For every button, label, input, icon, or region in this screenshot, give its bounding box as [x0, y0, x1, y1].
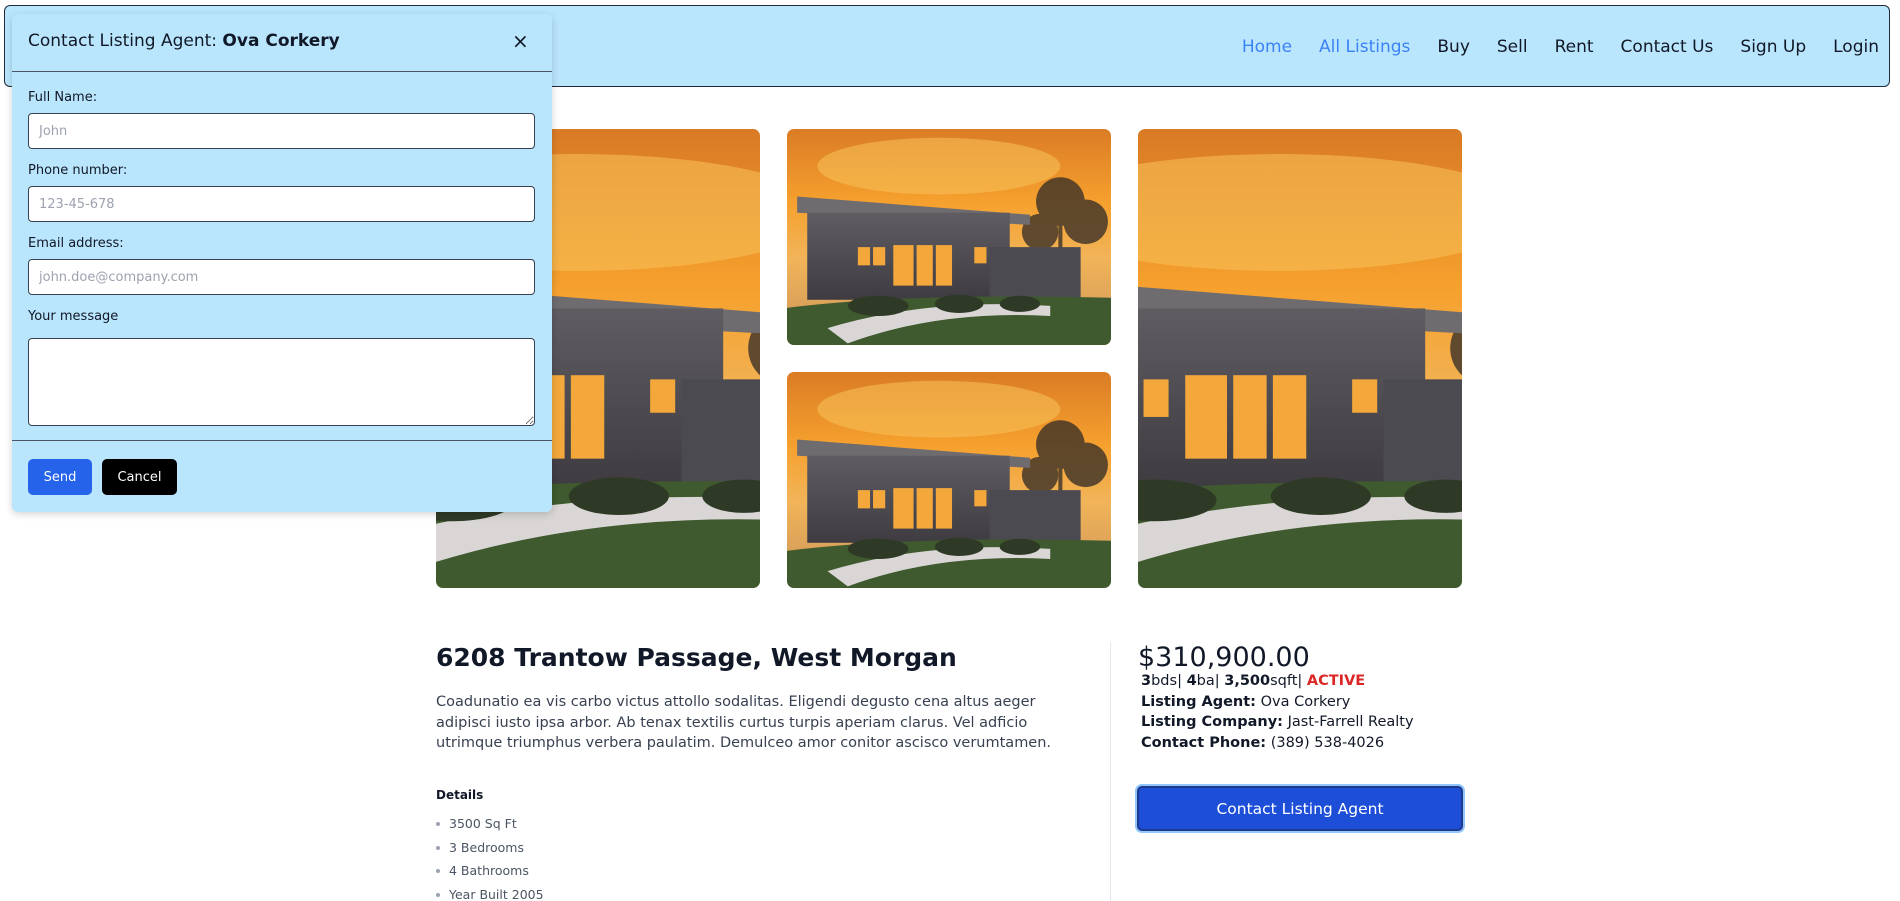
detail-item: Year Built 2005	[436, 887, 544, 901]
modal-agent-name: Ova Corkery	[222, 31, 340, 51]
modal-header: Contact Listing Agent: Ova Corkery ×	[12, 14, 552, 72]
full-name-input[interactable]	[28, 113, 535, 149]
nav-home[interactable]: Home	[1242, 37, 1292, 57]
contact-listing-agent-button[interactable]: Contact Listing Agent	[1137, 786, 1463, 831]
phone-number-input[interactable]	[28, 186, 535, 222]
contact-phone-row: Contact Phone: (389) 538-4026	[1141, 735, 1384, 751]
phone-label: Contact Phone:	[1141, 735, 1267, 751]
listing-address: 6208 Trantow Passage, West Morgan	[436, 643, 957, 672]
sqft-value: 3,500	[1224, 673, 1271, 689]
modal-title-prefix: Contact Listing Agent:	[28, 31, 218, 51]
status-badge: ACTIVE	[1306, 673, 1366, 689]
detail-item: 3 Bedrooms	[436, 840, 544, 864]
baths-unit: ba	[1196, 673, 1215, 689]
details-heading: Details	[436, 788, 484, 802]
agent-label: Listing Agent:	[1141, 694, 1256, 710]
send-button[interactable]: Send	[28, 459, 92, 495]
nav-buy[interactable]: Buy	[1437, 37, 1470, 57]
house-photo	[787, 129, 1111, 345]
beds-unit: bds	[1151, 673, 1178, 689]
detail-item: 4 Bathrooms	[436, 863, 544, 887]
company-name: Jast-Farrell Realty	[1287, 714, 1414, 730]
nav-contact-us[interactable]: Contact Us	[1621, 37, 1714, 57]
nav-sign-up[interactable]: Sign Up	[1740, 37, 1806, 57]
house-photo	[787, 372, 1111, 588]
house-photo	[1138, 129, 1462, 588]
beds-value: 3	[1141, 673, 1152, 689]
full-name-label: Full Name:	[28, 90, 98, 105]
sqft-unit: sqft	[1270, 673, 1298, 689]
listing-photo-4[interactable]	[1138, 129, 1462, 588]
listing-photo-2[interactable]	[787, 129, 1111, 345]
listing-company-row: Listing Company: Jast-Farrell Realty	[1141, 714, 1414, 730]
company-label: Listing Company:	[1141, 714, 1283, 730]
nav-all-listings[interactable]: All Listings	[1319, 37, 1410, 57]
close-icon[interactable]: ×	[512, 29, 529, 53]
modal-footer-divider	[12, 440, 552, 441]
message-textarea[interactable]	[28, 338, 535, 426]
nav-sell[interactable]: Sell	[1497, 37, 1528, 57]
modal-title: Contact Listing Agent: Ova Corkery	[28, 31, 340, 51]
email-address-label: Email address:	[28, 236, 124, 251]
column-divider	[1110, 642, 1111, 901]
message-label: Your message	[28, 309, 119, 324]
listing-agent-row: Listing Agent: Ova Corkery	[1141, 694, 1350, 710]
listing-description: Coadunatio ea vis carbo victus attollo s…	[436, 694, 1052, 751]
phone-value: (389) 538-4026	[1270, 735, 1385, 751]
contact-agent-modal: Contact Listing Agent: Ova Corkery × Ful…	[12, 14, 552, 512]
page: Home All Listings Buy Sell Rent Contact …	[0, 0, 1900, 901]
listing-photo-3[interactable]	[787, 372, 1111, 588]
agent-name: Ova Corkery	[1260, 694, 1351, 710]
phone-number-label: Phone number:	[28, 163, 128, 178]
detail-item: 3500 Sq Ft	[436, 816, 544, 840]
nav-rent[interactable]: Rent	[1555, 37, 1594, 57]
cancel-button[interactable]: Cancel	[102, 459, 177, 495]
email-address-input[interactable]	[28, 259, 535, 295]
listing-stats: 3bds| 4ba| 3,500sqft| ACTIVE	[1141, 673, 1366, 689]
details-list: 3500 Sq Ft 3 Bedrooms 4 Bathrooms Year B…	[436, 816, 544, 901]
baths-value: 4	[1186, 673, 1197, 689]
nav-login[interactable]: Login	[1833, 37, 1879, 57]
listing-price: $310,900.00	[1138, 642, 1310, 673]
main-nav: Home All Listings Buy Sell Rent Contact …	[1215, 6, 1879, 88]
